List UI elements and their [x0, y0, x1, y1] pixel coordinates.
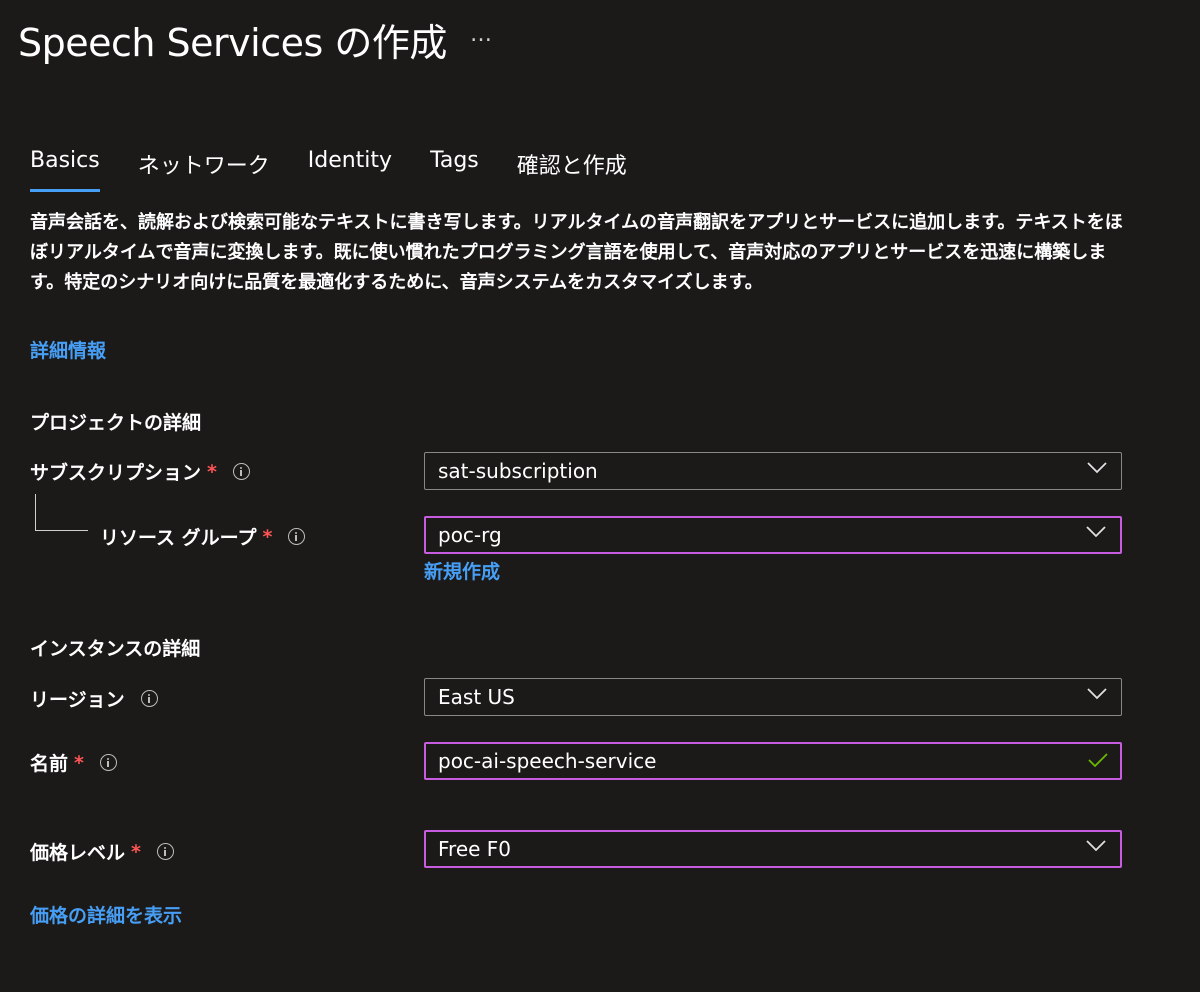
region-label-text: リージョン: [30, 689, 125, 711]
create-speech-services-page: Speech Services の作成 … Basics ネットワーク Iden…: [0, 0, 1200, 992]
chevron-down-icon: [1087, 688, 1107, 700]
more-options-button[interactable]: …: [470, 22, 493, 47]
tab-tags[interactable]: Tags: [430, 148, 479, 192]
pricing-tier-dropdown[interactable]: Free F0: [424, 830, 1122, 868]
pricing-tier-label: 価格レベル *: [30, 838, 174, 865]
info-icon[interactable]: [156, 843, 174, 860]
required-marker: *: [262, 525, 273, 548]
tree-connector: [35, 494, 88, 531]
pricing-details-link[interactable]: 価格の詳細を表示: [30, 901, 182, 928]
region-dropdown[interactable]: East US: [424, 678, 1122, 716]
required-marker: *: [74, 751, 84, 774]
subscription-dropdown[interactable]: sat-subscription: [424, 452, 1122, 490]
check-icon: [1088, 753, 1108, 768]
resource-group-label-text: リソース グループ: [100, 527, 257, 549]
tab-basics[interactable]: Basics: [30, 148, 100, 192]
info-icon[interactable]: [232, 463, 250, 480]
tab-identity[interactable]: Identity: [308, 148, 392, 192]
resource-group-dropdown[interactable]: poc-rg: [424, 516, 1122, 554]
subscription-label: サブスクリプション *: [30, 458, 250, 485]
info-icon[interactable]: [99, 754, 117, 771]
name-label: 名前 *: [30, 749, 117, 776]
required-marker: *: [207, 460, 217, 483]
name-value: poc-ai-speech-service: [438, 749, 657, 773]
subscription-label-text: サブスクリプション: [30, 462, 202, 484]
learn-more-link[interactable]: 詳細情報: [30, 336, 106, 363]
name-input[interactable]: poc-ai-speech-service: [424, 742, 1122, 780]
tab-bar: Basics ネットワーク Identity Tags 確認と作成: [30, 148, 627, 192]
resource-group-label: リソース グループ *: [100, 523, 306, 550]
create-new-resource-group-link[interactable]: 新規作成: [424, 557, 500, 584]
chevron-down-icon: [1086, 526, 1106, 538]
service-description: 音声会話を、読解および検索可能なテキストに書き写します。リアルタイムの音声翻訳を…: [30, 212, 1123, 293]
tab-review-create[interactable]: 確認と作成: [517, 148, 627, 192]
pricing-tier-label-text: 価格レベル: [30, 842, 126, 864]
region-label: リージョン: [30, 685, 158, 712]
info-icon[interactable]: [288, 528, 306, 545]
pricing-tier-value: Free F0: [438, 837, 512, 861]
subscription-value: sat-subscription: [438, 459, 598, 483]
chevron-down-icon: [1087, 462, 1107, 474]
region-value: East US: [438, 685, 515, 709]
name-label-text: 名前: [30, 753, 69, 775]
chevron-down-icon: [1086, 840, 1106, 852]
info-icon[interactable]: [140, 690, 158, 707]
instance-details-heading: インスタンスの詳細: [30, 638, 201, 660]
page-title: Speech Services の作成: [18, 21, 447, 65]
tab-network[interactable]: ネットワーク: [138, 148, 270, 192]
required-marker: *: [131, 840, 141, 863]
project-details-heading: プロジェクトの詳細: [30, 412, 202, 434]
resource-group-value: poc-rg: [438, 523, 502, 547]
